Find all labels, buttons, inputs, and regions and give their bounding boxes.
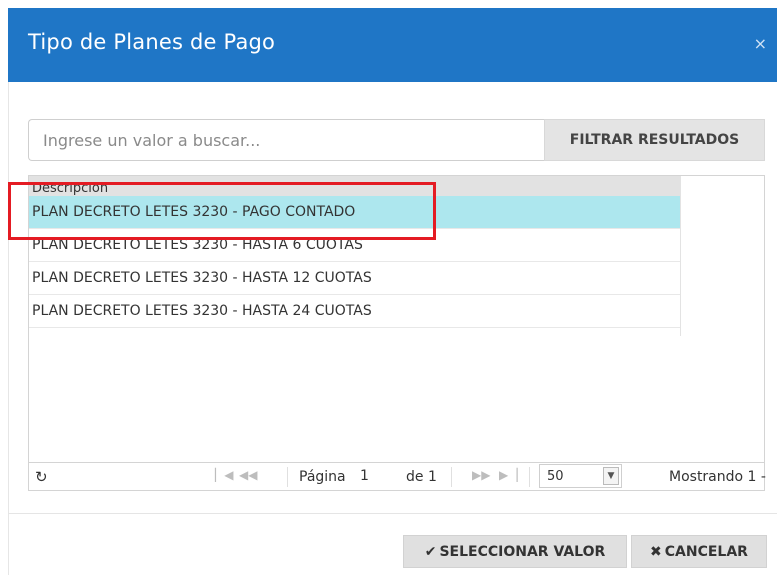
last-page-icon[interactable]: ▶▕ (499, 468, 517, 482)
first-page-icon[interactable]: ▏◀ (215, 468, 233, 482)
close-icon[interactable]: × (754, 34, 767, 53)
table-row[interactable]: PLAN DECRETO LETES 3230 - HASTA 12 CUOTA… (29, 262, 680, 295)
page-size-select[interactable]: 50 ▼ (539, 464, 622, 488)
results-grid: Descripcion PLAN DECRETO LETES 3230 - PA… (28, 175, 766, 491)
chevron-down-icon[interactable]: ▼ (603, 467, 619, 485)
x-icon: ✖ (650, 543, 662, 560)
filter-results-button[interactable]: FILTRAR RESULTADOS (544, 119, 765, 161)
check-icon: ✔ (424, 543, 437, 560)
pager-separator (451, 467, 452, 487)
next-page-icon[interactable]: ▶▶ (472, 468, 490, 482)
table-row[interactable]: PLAN DECRETO LETES 3230 - HASTA 24 CUOTA… (29, 295, 680, 328)
pager: ↻ ▏◀ ◀◀ Página de 1 ▶▶ ▶▕ 50 ▼ Mostrando… (29, 462, 766, 491)
prev-page-icon[interactable]: ◀◀ (239, 468, 257, 482)
page-count-label: de 1 (406, 469, 437, 485)
pager-separator (529, 467, 530, 487)
column-header-descripcion[interactable]: Descripcion (29, 176, 680, 196)
table-row[interactable]: PLAN DECRETO LETES 3230 - HASTA 6 CUOTAS (29, 229, 680, 262)
cancel-label: CANCELAR (664, 543, 748, 560)
pager-separator (287, 467, 288, 487)
search-input[interactable] (28, 119, 544, 161)
page-label: Página (299, 469, 346, 485)
select-value-label: SELECCIONAR VALOR (439, 543, 606, 560)
page-size-value: 50 (547, 469, 564, 484)
cancel-button[interactable]: ✖ CANCELAR (631, 535, 767, 568)
dialog-title: Tipo de Planes de Pago (28, 30, 276, 54)
search-row: FILTRAR RESULTADOS (28, 119, 765, 161)
showing-records-label: Mostrando 1 - (669, 469, 766, 485)
dialog-border (8, 82, 9, 575)
grid-column-divider (680, 176, 681, 336)
dialog-header: Tipo de Planes de Pago × (8, 8, 777, 82)
refresh-icon[interactable]: ↻ (35, 468, 48, 486)
footer-divider (8, 513, 777, 514)
select-value-button[interactable]: ✔ SELECCIONAR VALOR (403, 535, 627, 568)
page-number-input[interactable] (360, 466, 396, 486)
table-row[interactable]: PLAN DECRETO LETES 3230 - PAGO CONTADO (29, 196, 680, 229)
